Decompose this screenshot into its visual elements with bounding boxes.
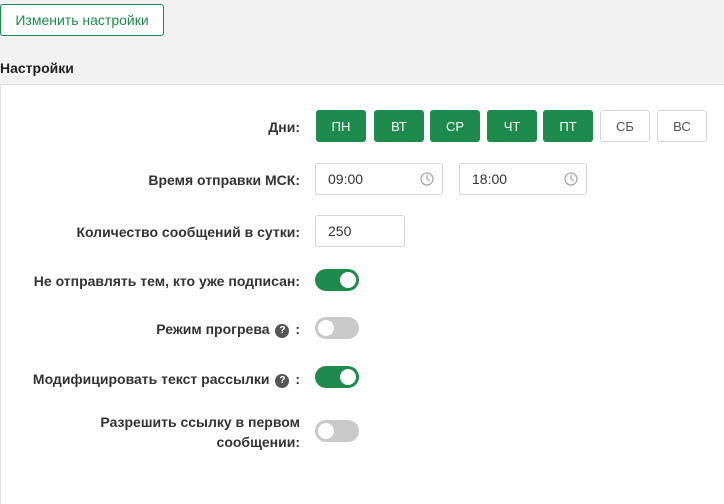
day-button-sat[interactable]: СБ <box>600 110 650 142</box>
allow-link-toggle[interactable] <box>315 420 359 442</box>
toggle-knob <box>318 423 334 439</box>
warmup-mode-label-row: Режим прогрева ? : <box>156 321 300 338</box>
day-button-mon[interactable]: ПН <box>316 110 366 142</box>
modify-text-toggle[interactable] <box>315 366 359 388</box>
toggle-knob <box>318 320 334 336</box>
day-button-wed[interactable]: СР <box>430 110 480 142</box>
skip-subscribed-toggle[interactable] <box>315 269 359 291</box>
time-from-input[interactable]: 09:00 <box>315 163 443 195</box>
time-to-input[interactable]: 18:00 <box>459 163 587 195</box>
day-button-fri[interactable]: ПТ <box>543 110 593 142</box>
messages-per-day-label: Количество сообщений в сутки: <box>76 224 300 240</box>
day-button-tue[interactable]: ВТ <box>374 110 424 142</box>
messages-per-day-input[interactable]: 250 <box>315 215 405 247</box>
time-from-value: 09:00 <box>328 171 364 187</box>
day-button-thu[interactable]: ЧТ <box>487 110 537 142</box>
modify-text-label-row: Модифицировать текст рассылки ? : <box>33 371 300 388</box>
send-time-label: Время отправки МСК: <box>148 172 300 188</box>
toggle-knob <box>340 272 356 288</box>
warmup-mode-suffix: : <box>295 321 300 337</box>
change-settings-button[interactable]: Изменить настройки <box>0 4 164 36</box>
help-icon[interactable]: ? <box>275 374 290 388</box>
clock-icon[interactable] <box>420 172 434 186</box>
help-icon[interactable]: ? <box>275 324 290 338</box>
clock-icon[interactable] <box>564 172 578 186</box>
section-title: Настройки <box>0 60 74 76</box>
allow-link-label: Разрешить ссылку в первом сообщении: <box>100 414 300 450</box>
time-to-value: 18:00 <box>472 171 508 187</box>
warmup-mode-label: Режим прогрева <box>156 321 270 337</box>
day-button-sun[interactable]: ВС <box>657 110 707 142</box>
messages-per-day-value: 250 <box>328 223 352 239</box>
skip-subscribed-label: Не отправлять тем, кто уже подписан: <box>33 273 300 289</box>
days-label: Дни: <box>268 119 300 135</box>
modify-text-suffix: : <box>295 371 300 387</box>
toggle-knob <box>340 369 356 385</box>
warmup-mode-toggle[interactable] <box>315 317 359 339</box>
modify-text-label: Модифицировать текст рассылки <box>32 371 270 387</box>
